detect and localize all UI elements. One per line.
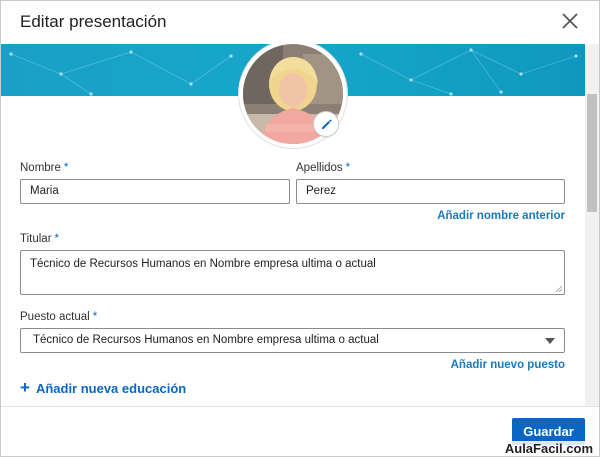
close-button[interactable] xyxy=(559,10,581,32)
required-marker: * xyxy=(54,233,60,245)
headline-textarea[interactable]: Técnico de Recursos Humanos en Nombre em… xyxy=(20,250,565,295)
required-marker: * xyxy=(345,162,351,174)
current-position-label-text: Puesto actual xyxy=(20,311,90,323)
headline-label-text: Titular xyxy=(20,233,52,245)
plus-icon: + xyxy=(20,378,30,397)
first-name-label-text: Nombre xyxy=(20,162,61,174)
dialog-title: Editar presentación xyxy=(20,12,167,31)
current-position-label: Puesto actual * xyxy=(20,311,97,323)
add-position-link[interactable]: Añadir nuevo puesto xyxy=(451,359,565,371)
last-name-field[interactable]: Perez xyxy=(296,179,565,204)
first-name-label: Nombre * xyxy=(20,162,68,174)
pencil-icon xyxy=(322,119,332,129)
first-name-field[interactable]: Maria xyxy=(20,179,290,204)
current-position-select[interactable]: Técnico de Recursos Humanos en Nombre em… xyxy=(20,328,565,353)
scrollbar[interactable] xyxy=(585,44,599,406)
headline-value: Técnico de Recursos Humanos en Nombre em… xyxy=(30,258,376,270)
add-education-link[interactable]: + Añadir nueva educación xyxy=(20,378,186,398)
watermark-logo: AulaFacil.com xyxy=(501,441,596,456)
dialog-content: Nombre * Maria Apellidos * Perez Añadir no… xyxy=(1,44,585,406)
edit-photo-button[interactable] xyxy=(314,112,338,136)
chevron-down-icon xyxy=(545,338,555,344)
scrollbar-thumb[interactable] xyxy=(587,94,597,212)
resize-grip-icon[interactable] xyxy=(555,285,562,292)
add-former-name-link[interactable]: Añadir nombre anterior xyxy=(437,210,565,222)
edit-intro-dialog: Editar presentación Nombre * Maria Apell… xyxy=(0,0,600,457)
required-marker: * xyxy=(63,162,69,174)
last-name-label: Apellidos * xyxy=(296,162,350,174)
last-name-label-text: Apellidos xyxy=(296,162,343,174)
close-icon xyxy=(562,13,578,29)
dialog-header: Editar presentación xyxy=(1,1,599,45)
required-marker: * xyxy=(92,311,98,323)
add-education-label: Añadir nueva educación xyxy=(35,381,187,396)
current-position-value: Técnico de Recursos Humanos en Nombre em… xyxy=(33,334,379,346)
headline-label: Titular * xyxy=(20,233,59,245)
